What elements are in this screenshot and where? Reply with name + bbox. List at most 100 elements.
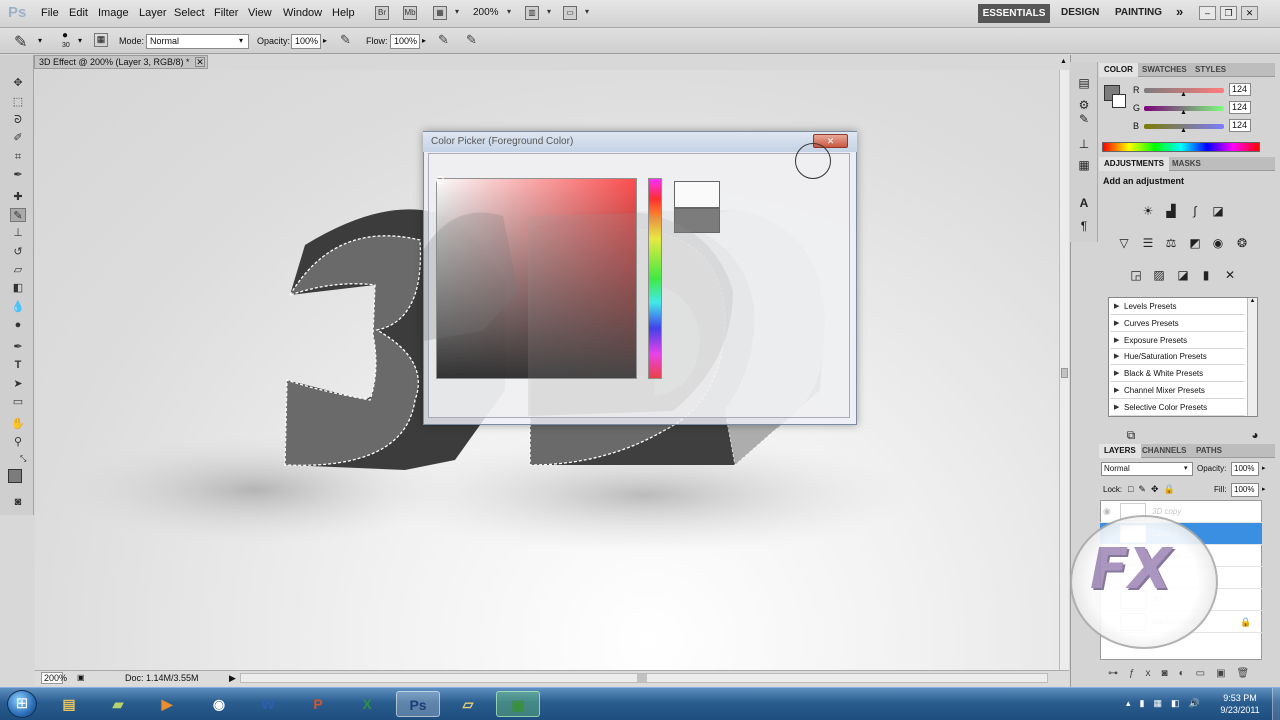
photo-filter-icon[interactable]: ◉	[1209, 235, 1227, 251]
taskbar-folder[interactable]: ▱	[446, 691, 490, 717]
opacity-slider-arrow-icon[interactable]: ▸	[1262, 464, 1266, 472]
path-selection-icon[interactable]: ➤	[10, 377, 26, 391]
taskbar-camtasia[interactable]: ▣	[496, 691, 540, 717]
menu-edit[interactable]: Edit	[69, 7, 88, 19]
scroll-up-icon[interactable]: ▲	[1060, 58, 1067, 65]
taskbar-word[interactable]: W	[246, 691, 290, 717]
curves-icon[interactable]: ∫	[1186, 203, 1204, 219]
taskbar-notes[interactable]: ▰	[96, 691, 140, 717]
workspace-painting[interactable]: PAINTING	[1115, 7, 1162, 18]
tab-paths[interactable]: PATHS	[1191, 444, 1227, 458]
color-spectrum-ramp[interactable]	[1102, 142, 1260, 152]
workspace-design[interactable]: DESIGN	[1061, 7, 1099, 18]
threshold-icon[interactable]: ◪	[1174, 267, 1192, 283]
zoom-tool-icon[interactable]: ⚲	[10, 435, 26, 449]
brush-panel-icon[interactable]: ✎	[1075, 111, 1093, 127]
actions-panel-icon[interactable]: ▦	[1075, 157, 1093, 173]
clone-source-icon[interactable]: ⊥	[1075, 136, 1093, 152]
preset-curves[interactable]: Curves Presets	[1110, 316, 1245, 332]
tab-masks[interactable]: MASKS	[1167, 157, 1206, 171]
mini-bridge-icon[interactable]: Mb	[403, 6, 417, 20]
preset-exposure[interactable]: Exposure Presets	[1110, 333, 1245, 349]
blend-mode-select[interactable]: Normal	[1101, 462, 1193, 476]
opacity-input[interactable]: 100%	[291, 34, 321, 49]
menu-select[interactable]: Select	[174, 7, 205, 19]
menu-help[interactable]: Help	[332, 7, 355, 19]
channel-g-value[interactable]: 124	[1229, 101, 1251, 114]
fill-slider-arrow-icon[interactable]: ▸	[1262, 485, 1266, 493]
taskbar-excel[interactable]: X	[345, 691, 389, 717]
tab-adjustments[interactable]: ADJUSTMENTS	[1099, 157, 1170, 171]
layer-visibility-icon[interactable]: ◕	[1246, 427, 1264, 443]
flow-input[interactable]: 100%	[390, 34, 420, 49]
chevron-down-icon[interactable]: ▾	[542, 6, 556, 20]
selective-color-icon[interactable]: ✕	[1221, 267, 1239, 283]
foreground-color-swatch[interactable]	[8, 469, 22, 483]
taskbar-chrome[interactable]: ◉	[197, 691, 241, 717]
screen-mode-icon[interactable]: ▭	[563, 6, 577, 20]
history-brush-icon[interactable]: ↺	[10, 245, 26, 259]
zoom-field[interactable]: 200%	[41, 672, 67, 684]
preset-levels[interactable]: Levels Presets	[1110, 299, 1245, 315]
blur-tool-icon[interactable]: 💧	[10, 300, 26, 314]
document-size[interactable]: Doc: 1.14M/3.55M	[125, 673, 199, 683]
scroll-thumb[interactable]	[1061, 368, 1068, 378]
type-tool-icon[interactable]: T	[10, 358, 26, 372]
vertical-scrollbar[interactable]	[1059, 70, 1069, 670]
clone-stamp-icon[interactable]: ⊥	[10, 226, 26, 240]
layer-opacity-input[interactable]: 100%	[1231, 462, 1259, 476]
healing-brush-icon[interactable]: ✚	[10, 190, 26, 204]
menu-view[interactable]: View	[248, 7, 272, 19]
system-tray-icons[interactable]: ▴▮▦◧🔊	[1126, 698, 1209, 709]
system-clock[interactable]: 9:53 PM 9/23/2011	[1210, 692, 1270, 716]
move-tool-icon[interactable]: ✥	[10, 76, 26, 90]
preset-channel-mixer[interactable]: Channel Mixer Presets	[1110, 383, 1245, 399]
clip-to-layer-icon[interactable]: ⧉	[1122, 427, 1140, 443]
hue-saturation-icon[interactable]: ☰	[1139, 235, 1157, 251]
vibrance-icon[interactable]: ▽	[1115, 235, 1133, 251]
arrange-documents-icon[interactable]: ▥	[525, 6, 539, 20]
brush-preset-icon[interactable]: ●	[62, 30, 68, 41]
channel-r-value[interactable]: 124	[1229, 83, 1251, 96]
character-panel-icon[interactable]: A	[1075, 195, 1093, 211]
brush-tool-icon[interactable]: ✎	[14, 32, 27, 52]
preset-hue-saturation[interactable]: Hue/Saturation Presets	[1110, 349, 1245, 365]
hand-tool-icon[interactable]: ✋	[10, 417, 26, 431]
preset-selective-color[interactable]: Selective Color Presets	[1110, 400, 1245, 416]
chevron-down-icon[interactable]: ▾	[450, 6, 464, 20]
tab-color[interactable]: COLOR	[1099, 63, 1138, 77]
slider-marker-icon[interactable]: ▲	[1180, 127, 1187, 134]
dodge-tool-icon[interactable]: ●	[10, 318, 26, 332]
slider-marker-icon[interactable]: ▲	[1180, 91, 1187, 98]
brush-tool-icon[interactable]: ✎	[10, 208, 26, 222]
color-balance-icon[interactable]: ⚖	[1162, 235, 1180, 251]
lasso-tool-icon[interactable]: ᘐ	[10, 113, 26, 127]
pen-tool-icon[interactable]: ✒	[10, 340, 26, 354]
crop-tool-icon[interactable]: ⌗	[10, 150, 26, 164]
show-desktop-button[interactable]	[1272, 688, 1280, 720]
swap-colors-icon[interactable]: ⤡	[20, 454, 26, 464]
bridge-icon[interactable]: Br	[375, 6, 389, 20]
gradient-tool-icon[interactable]: ◧	[10, 281, 26, 295]
presets-scrollbar[interactable]: ▲	[1247, 298, 1257, 416]
taskbar-photoshop[interactable]: Ps	[396, 691, 440, 717]
eyedropper-icon[interactable]: ✒	[10, 168, 26, 182]
workspace-more[interactable]: »	[1176, 4, 1183, 19]
tab-swatches[interactable]: SWATCHES	[1137, 63, 1192, 77]
taskbar-explorer[interactable]: ▤	[47, 691, 91, 717]
document-tab[interactable]: 3D Effect @ 200% (Layer 3, RGB/8) *	[34, 55, 208, 69]
brush-size[interactable]: 30	[62, 42, 70, 49]
restore-icon[interactable]: ❐	[1220, 6, 1237, 20]
tab-channels[interactable]: CHANNELS	[1137, 444, 1191, 458]
paragraph-panel-icon[interactable]: ¶	[1075, 218, 1093, 234]
shape-tool-icon[interactable]: ▭	[10, 395, 26, 409]
close-icon[interactable]: ✕	[1241, 6, 1258, 20]
channel-b-value[interactable]: 124	[1229, 119, 1251, 132]
chevron-down-icon[interactable]: ▾	[78, 36, 82, 45]
menu-layer[interactable]: Layer	[139, 7, 167, 19]
eye-icon[interactable]: ◉	[1103, 506, 1111, 517]
chevron-down-icon[interactable]: ▾	[38, 36, 42, 45]
quick-selection-icon[interactable]: ✐	[10, 131, 26, 145]
black-white-icon[interactable]: ◩	[1186, 235, 1204, 251]
brush-panel-icon[interactable]: ▦	[94, 33, 108, 47]
